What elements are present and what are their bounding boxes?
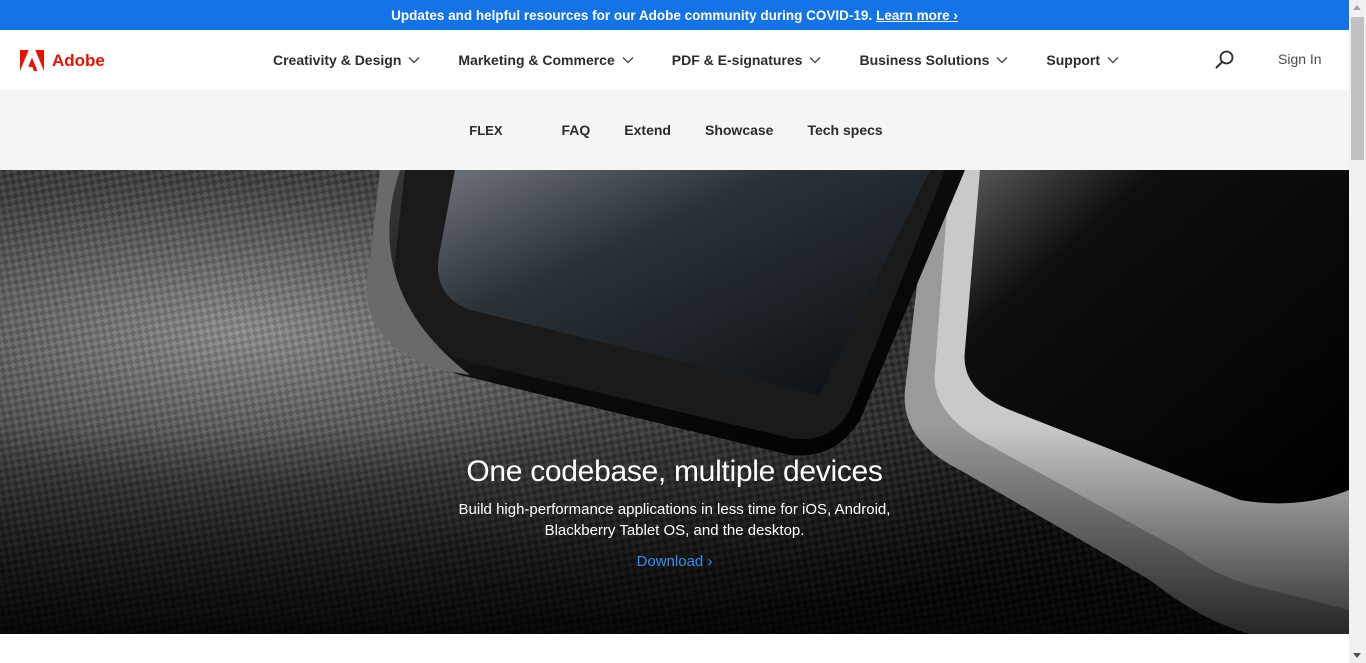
chevron-down-icon xyxy=(996,57,1008,64)
announcement-bar: Updates and helpful resources for our Ad… xyxy=(0,0,1349,30)
sign-in-link[interactable]: Sign In xyxy=(1278,51,1322,67)
chevron-down-icon xyxy=(1107,57,1119,64)
download-link[interactable]: Download › xyxy=(637,553,713,570)
chevron-down-icon xyxy=(622,57,634,64)
hero-banner: One codebase, multiple devices Build hig… xyxy=(0,170,1349,634)
menu-pdf-esignatures[interactable]: PDF & E-signatures xyxy=(672,52,822,68)
adobe-logo[interactable]: Adobe xyxy=(20,50,105,71)
local-nav-items: FLEX FAQ Extend Showcase Tech specs xyxy=(452,122,899,138)
local-nav-tech-specs[interactable]: Tech specs xyxy=(807,122,882,138)
local-nav-extend[interactable]: Extend xyxy=(624,122,671,138)
search-icon[interactable] xyxy=(1214,49,1236,71)
chevron-down-icon xyxy=(408,57,420,64)
menu-label: Support xyxy=(1046,52,1101,68)
vertical-scrollbar[interactable] xyxy=(1349,0,1366,663)
hero-description: Build high-performance applications in l… xyxy=(458,501,891,539)
local-nav-faq[interactable]: FAQ xyxy=(562,122,591,138)
menu-label: PDF & E-signatures xyxy=(671,52,803,68)
global-nav: Adobe Creativity & Design Marketing & Co… xyxy=(0,30,1349,90)
menu-support[interactable]: Support xyxy=(1046,52,1119,68)
local-nav-showcase[interactable]: Showcase xyxy=(705,122,773,138)
menu-business-solutions[interactable]: Business Solutions xyxy=(859,52,1008,68)
announcement-text: Updates and helpful resources for our Ad… xyxy=(391,7,873,23)
scroll-down-arrow-icon[interactable] xyxy=(1353,653,1361,658)
scrollbar-thumb[interactable] xyxy=(1351,17,1364,160)
learn-more-link[interactable]: Learn more › xyxy=(876,8,958,23)
local-nav: FLEX FAQ Extend Showcase Tech specs xyxy=(0,90,1349,170)
adobe-logo-icon xyxy=(20,50,44,71)
hero-copy: One codebase, multiple devices Build hig… xyxy=(0,455,1349,571)
menu-label: Marketing & Commerce xyxy=(458,52,615,68)
chevron-down-icon xyxy=(809,57,821,64)
menu-creativity-design[interactable]: Creativity & Design xyxy=(273,52,420,68)
menu-label: Creativity & Design xyxy=(273,52,402,68)
page: Updates and helpful resources for our Ad… xyxy=(0,0,1349,663)
global-menu: Creativity & Design Marketing & Commerce… xyxy=(273,30,1157,90)
menu-label: Business Solutions xyxy=(859,52,990,68)
menu-marketing-commerce[interactable]: Marketing & Commerce xyxy=(458,52,634,68)
local-nav-brand[interactable]: FLEX xyxy=(469,123,502,138)
scroll-up-arrow-icon[interactable] xyxy=(1353,5,1361,10)
hero-title: One codebase, multiple devices xyxy=(466,455,883,488)
adobe-logo-text: Adobe xyxy=(52,50,105,70)
